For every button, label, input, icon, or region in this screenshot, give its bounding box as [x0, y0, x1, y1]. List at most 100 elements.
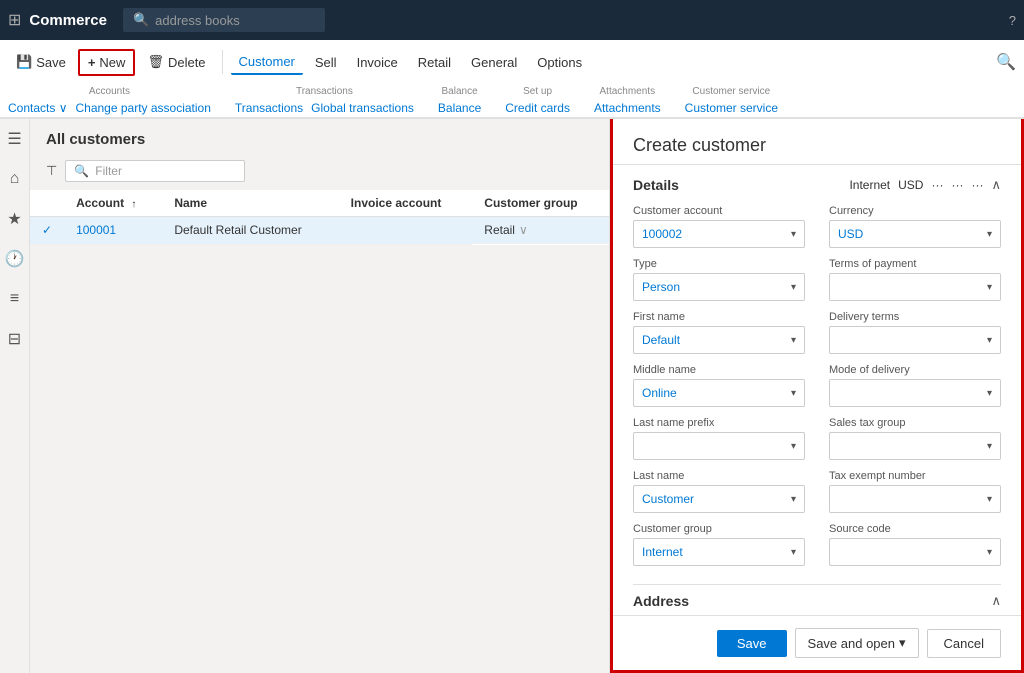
ribbon-group-attachments: Attachments Attachments	[594, 86, 661, 117]
filter-input[interactable]	[95, 164, 235, 178]
list-pane: All customers ⊤ 🔍 Account ↑ Name I	[30, 119, 610, 673]
credit-cards-link[interactable]: Credit cards	[505, 99, 570, 117]
ribbon-group-customer-service: Customer service Customer service	[685, 86, 778, 117]
customer-nav[interactable]: Customer	[231, 50, 303, 75]
type-field: Type Person ▾	[633, 258, 805, 301]
address-section-header: Address ∧	[633, 584, 1001, 615]
tax-exempt-number-select[interactable]: ▾	[829, 485, 1001, 513]
internet-link[interactable]: Internet	[849, 178, 890, 192]
col-check	[30, 190, 64, 217]
star-icon[interactable]: ★	[3, 207, 27, 231]
contacts-link[interactable]: Contacts ∨	[8, 99, 67, 117]
dots-3[interactable]: ···	[971, 178, 983, 192]
help-icon[interactable]: ?	[1009, 13, 1016, 28]
address-collapse-icon[interactable]: ∧	[991, 593, 1001, 609]
row-name: Default Retail Customer	[162, 217, 338, 245]
ribbon: 💾 Save + New 🗑 Delete Customer Sell Invo…	[0, 40, 1024, 119]
first-name-select[interactable]: Default ▾	[633, 326, 805, 354]
save-icon: 💾	[16, 54, 32, 70]
source-code-select[interactable]: ▾	[829, 538, 1001, 566]
last-name-prefix-chevron-icon: ▾	[791, 441, 796, 452]
change-party-link[interactable]: Change party association	[75, 99, 210, 117]
grid-icon[interactable]: ⊞	[8, 10, 21, 30]
sell-nav[interactable]: Sell	[307, 51, 345, 74]
transactions-link[interactable]: Transactions	[235, 99, 303, 117]
invoice-nav[interactable]: Invoice	[349, 51, 406, 74]
customer-account-select[interactable]: 100002 ▾	[633, 220, 805, 248]
retail-nav[interactable]: Retail	[410, 51, 459, 74]
row-customer-group: Retail ∨	[472, 217, 609, 244]
section-collapse-icon[interactable]: ∧	[991, 177, 1001, 193]
row-check: ✓	[30, 217, 64, 245]
last-name-chevron-icon: ▾	[791, 494, 796, 505]
customer-service-link[interactable]: Customer service	[685, 99, 778, 117]
options-nav[interactable]: Options	[529, 51, 590, 74]
usd-link[interactable]: USD	[898, 178, 923, 192]
terms-of-payment-select[interactable]: ▾	[829, 273, 1001, 301]
balance-link[interactable]: Balance	[438, 99, 481, 117]
mode-of-delivery-select[interactable]: ▾	[829, 379, 1001, 407]
delete-button[interactable]: 🗑 Delete	[139, 50, 213, 74]
terms-chevron-icon: ▾	[987, 282, 992, 293]
panel-title: Create customer	[633, 135, 766, 155]
hamburger-icon[interactable]: ☰	[3, 127, 27, 151]
details-section-header: Details Internet USD ··· ··· ··· ∧	[633, 177, 1001, 193]
attachments-link[interactable]: Attachments	[594, 99, 661, 117]
delivery-terms-label: Delivery terms	[829, 311, 1001, 323]
global-transactions-link[interactable]: Global transactions	[311, 99, 414, 117]
search-input[interactable]	[155, 13, 315, 28]
address-title: Address	[633, 593, 689, 609]
middle-name-field: Middle name Online ▾	[633, 364, 805, 407]
filter-search-icon: 🔍	[74, 164, 89, 178]
details-section: Details Internet USD ··· ··· ··· ∧	[613, 165, 1021, 615]
save-open-chevron-icon: ▾	[899, 635, 906, 651]
filter-box[interactable]: 🔍	[65, 160, 245, 182]
sales-tax-group-select[interactable]: ▾	[829, 432, 1001, 460]
general-nav[interactable]: General	[463, 51, 525, 74]
source-code-chevron-icon: ▾	[987, 547, 992, 558]
ribbon-group-attachments-title: Attachments	[594, 86, 661, 99]
dots-1[interactable]: ···	[931, 178, 943, 192]
home-icon[interactable]: ⌂	[3, 167, 27, 191]
list-icon[interactable]: ≡	[3, 287, 27, 311]
ribbon-sub: Accounts Contacts ∨ Change party associa…	[0, 84, 1024, 118]
left-nav: ☰ ⌂ ★ 🕐 ≡ ⊟	[0, 119, 30, 673]
layers-icon[interactable]: ⊟	[3, 327, 27, 351]
save-button[interactable]: 💾 Save	[8, 50, 74, 74]
currency-label: Currency	[829, 205, 1001, 217]
last-name-prefix-field: Last name prefix ▾	[633, 417, 805, 460]
table-row[interactable]: ✓ 100001 Default Retail Customer Retail …	[30, 217, 609, 245]
middle-name-select[interactable]: Online ▾	[633, 379, 805, 407]
customer-account-field: Customer account 100002 ▾	[633, 205, 805, 248]
delete-icon: 🗑	[147, 54, 164, 70]
type-select[interactable]: Person ▾	[633, 273, 805, 301]
save-button-footer[interactable]: Save	[717, 630, 787, 657]
filter-icon[interactable]: ⊤	[46, 163, 57, 179]
ribbon-group-accounts: Accounts Contacts ∨ Change party associa…	[8, 86, 211, 117]
terms-of-payment-label: Terms of payment	[829, 258, 1001, 270]
delivery-terms-chevron-icon: ▾	[987, 335, 992, 346]
new-button[interactable]: + New	[78, 49, 136, 76]
clock-icon[interactable]: 🕐	[3, 247, 27, 271]
dots-2[interactable]: ···	[951, 178, 963, 192]
delivery-terms-select[interactable]: ▾	[829, 326, 1001, 354]
customer-group-select[interactable]: Internet ▾	[633, 538, 805, 566]
col-customer-group[interactable]: Customer group	[472, 190, 609, 217]
ribbon-search-icon[interactable]: 🔍	[996, 52, 1016, 72]
customer-group-field: Customer group Internet ▾	[633, 523, 805, 566]
source-code-label: Source code	[829, 523, 1001, 535]
mode-of-delivery-chevron-icon: ▾	[987, 388, 992, 399]
col-invoice-account[interactable]: Invoice account	[339, 190, 473, 217]
last-name-select[interactable]: Customer ▾	[633, 485, 805, 513]
last-name-prefix-select[interactable]: ▾	[633, 432, 805, 460]
cancel-button[interactable]: Cancel	[927, 629, 1001, 658]
col-name[interactable]: Name	[162, 190, 338, 217]
col-account[interactable]: Account ↑	[64, 190, 162, 217]
currency-select[interactable]: USD ▾	[829, 220, 1001, 248]
sales-tax-group-chevron-icon: ▾	[987, 441, 992, 452]
new-icon: +	[88, 55, 96, 70]
search-box[interactable]: 🔍	[123, 8, 325, 32]
main-area: ☰ ⌂ ★ 🕐 ≡ ⊟ All customers ⊤ 🔍	[0, 119, 1024, 673]
middle-name-chevron-icon: ▾	[791, 388, 796, 399]
save-and-open-button[interactable]: Save and open ▾	[795, 628, 919, 658]
